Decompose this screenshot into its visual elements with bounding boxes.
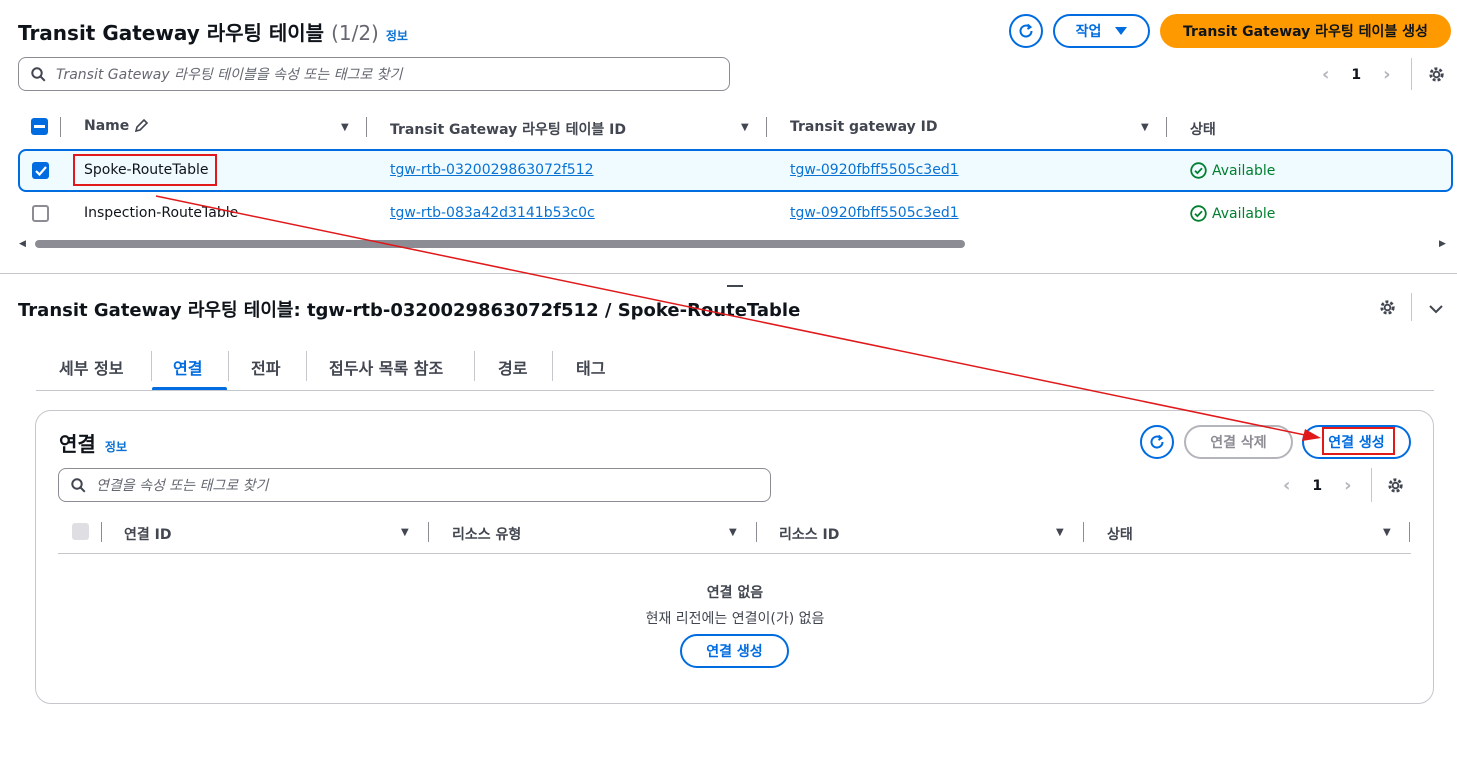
annotation-arrow bbox=[155, 195, 1321, 441]
